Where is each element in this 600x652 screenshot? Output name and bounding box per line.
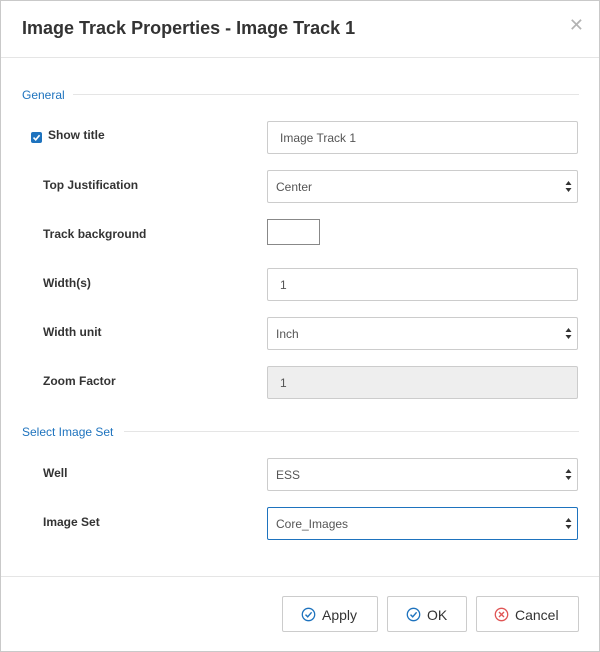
- top-justification-label: Top Justification: [43, 178, 139, 192]
- image-set-select[interactable]: Core_Images: [267, 507, 578, 540]
- well-label: Well: [43, 466, 68, 480]
- top-justification-select[interactable]: Center: [267, 170, 578, 203]
- well-select[interactable]: ESS: [267, 458, 578, 491]
- zoom-factor-value: 1: [280, 376, 287, 390]
- section-general-label: General: [22, 88, 65, 102]
- top-justification-value: Center: [276, 180, 313, 194]
- select-arrows-icon: [565, 181, 572, 192]
- image-set-label: Image Set: [43, 515, 100, 529]
- section-divider: [73, 94, 579, 95]
- width-unit-value: Inch: [276, 327, 299, 341]
- select-arrows-icon: [565, 328, 572, 339]
- dialog-header: Image Track Properties - Image Track 1 ✕: [1, 1, 599, 58]
- show-title-checkbox[interactable]: [31, 132, 42, 143]
- select-arrows-icon: [565, 518, 572, 529]
- width-input-value: 1: [280, 278, 287, 292]
- check-circle-icon: [406, 607, 421, 622]
- image-track-properties-dialog: Image Track Properties - Image Track 1 ✕…: [0, 0, 600, 652]
- section-select-image-set-label: Select Image Set: [22, 425, 114, 439]
- track-background-label: Track background: [43, 227, 147, 241]
- width-unit-label: Width unit: [43, 325, 102, 339]
- show-title-label: Show title: [48, 128, 105, 142]
- apply-button-label: Apply: [322, 607, 358, 623]
- width-unit-select[interactable]: Inch: [267, 317, 578, 350]
- title-input-value: Image Track 1: [280, 131, 357, 145]
- track-background-color-swatch[interactable]: [267, 219, 320, 245]
- close-icon[interactable]: ✕: [569, 15, 584, 36]
- select-arrows-icon: [565, 469, 572, 480]
- width-input[interactable]: 1: [267, 268, 578, 301]
- ok-button[interactable]: OK: [387, 596, 467, 632]
- zoom-factor-label: Zoom Factor: [43, 374, 116, 388]
- cancel-circle-icon: [494, 607, 509, 622]
- well-value: ESS: [276, 468, 301, 482]
- ok-button-label: OK: [427, 607, 448, 623]
- section-divider: [124, 431, 579, 432]
- title-input[interactable]: Image Track 1: [267, 121, 578, 154]
- apply-button[interactable]: Apply: [282, 596, 378, 632]
- zoom-factor-input: 1: [267, 366, 578, 399]
- cancel-button-label: Cancel: [515, 607, 559, 623]
- cancel-button[interactable]: Cancel: [476, 596, 579, 632]
- check-circle-icon: [301, 607, 316, 622]
- image-set-value: Core_Images: [276, 517, 349, 531]
- dialog-title: Image Track Properties - Image Track 1: [22, 18, 356, 38]
- width-label: Width(s): [43, 276, 91, 290]
